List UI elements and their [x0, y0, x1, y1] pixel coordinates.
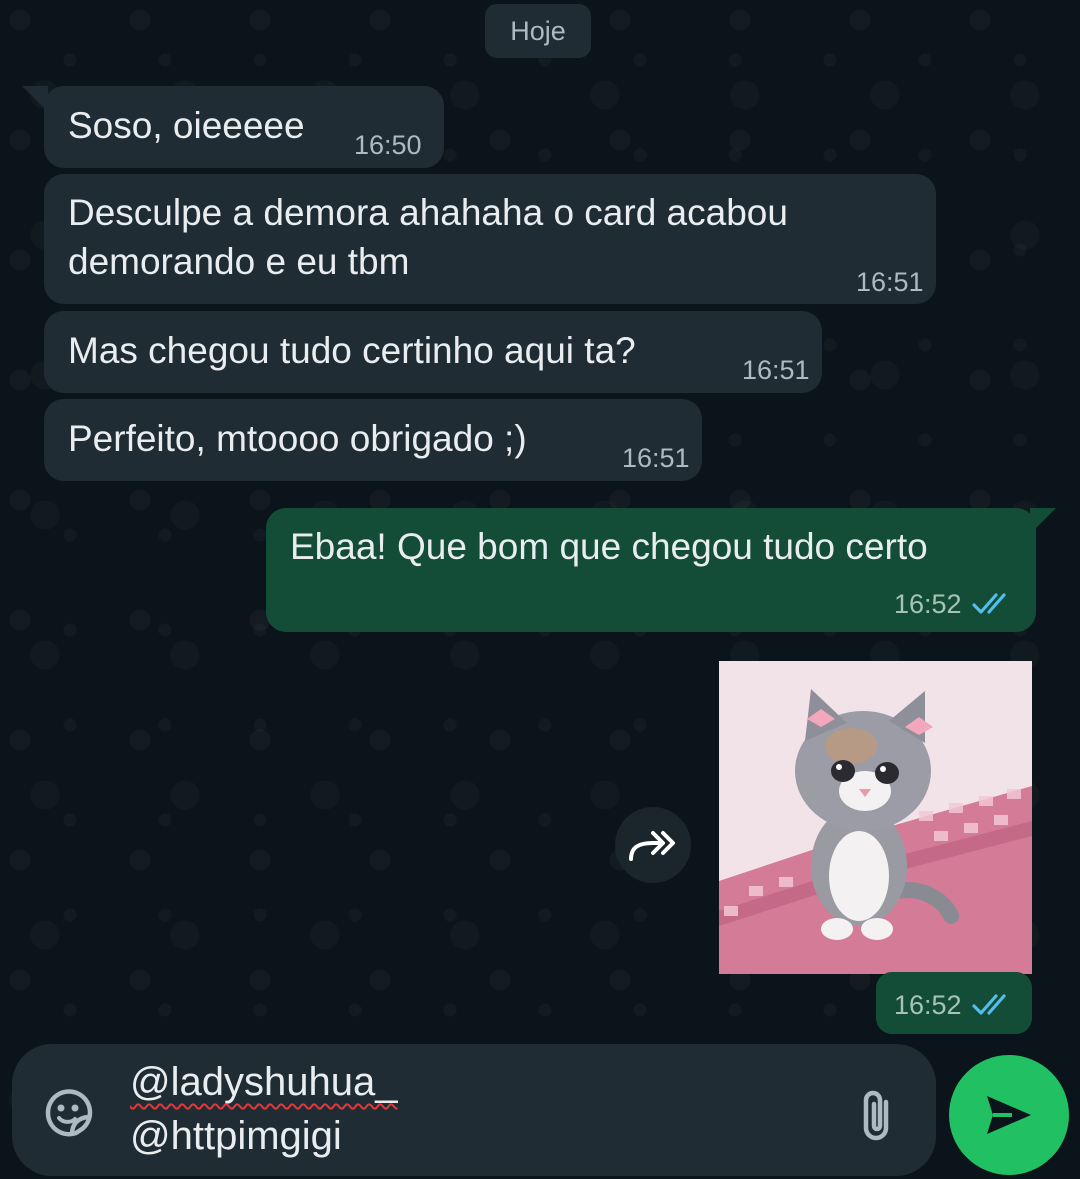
- incoming-message[interactable]: Mas chegou tudo certinho aqui ta? 16:51: [44, 311, 822, 393]
- double-check-icon: [972, 994, 1006, 1015]
- message-time: 16:50: [354, 130, 422, 160]
- message-time: 16:51: [856, 267, 924, 297]
- incoming-message[interactable]: Soso, oieeeee 16:50: [44, 86, 444, 168]
- message-text: Soso, oieeeee: [68, 105, 305, 146]
- message-text-line: Desculpe a demora ahahaha o card acabou: [68, 192, 788, 233]
- send-icon: [987, 1096, 1031, 1134]
- kitten-photo: [719, 661, 1032, 974]
- forward-icon: [629, 831, 675, 861]
- message-time: 16:52: [894, 990, 962, 1020]
- paperclip-icon[interactable]: [858, 1088, 898, 1144]
- message-text: Mas chegou tudo certinho aqui ta?: [68, 330, 636, 371]
- outgoing-message[interactable]: Ebaa! Que bom que chegou tudo certo 16:5…: [266, 508, 1036, 632]
- message-text: Perfeito, mtoooo obrigado ;): [68, 418, 527, 459]
- date-chip: Hoje: [485, 4, 591, 58]
- message-time: 16:52: [894, 589, 962, 619]
- send-button[interactable]: [949, 1055, 1069, 1175]
- sticker-icon[interactable]: [42, 1086, 96, 1140]
- composer-text-line[interactable]: @httpimgigi: [130, 1114, 342, 1159]
- double-check-icon: [972, 593, 1006, 614]
- message-composer[interactable]: @ladyshuhua_ @httpimgigi: [12, 1044, 936, 1176]
- composer-text-line[interactable]: @ladyshuhua_: [130, 1060, 397, 1105]
- image-message[interactable]: [719, 661, 1032, 974]
- message-time: 16:51: [622, 443, 690, 473]
- chat-screen: Hoje Soso, oieeeee 16:50 Desculpe a demo…: [0, 0, 1080, 1179]
- incoming-message[interactable]: Desculpe a demora ahahaha o card acabou …: [44, 174, 936, 304]
- message-text-line: demorando e eu tbm: [68, 241, 410, 282]
- forward-button[interactable]: [615, 807, 691, 883]
- message-time: 16:51: [742, 355, 810, 385]
- incoming-message[interactable]: Perfeito, mtoooo obrigado ;) 16:51: [44, 399, 702, 481]
- message-text: Ebaa! Que bom que chegou tudo certo: [290, 526, 928, 567]
- image-message-meta: 16:52: [876, 972, 1032, 1034]
